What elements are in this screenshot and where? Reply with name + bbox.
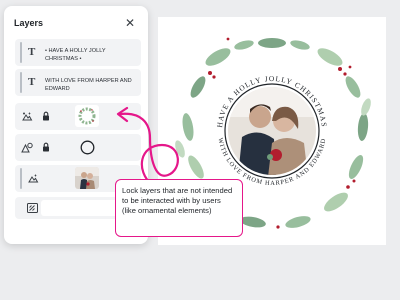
annotation-arrow [116,106,179,187]
callout-note: Lock layers that are not intended to be … [115,179,243,237]
